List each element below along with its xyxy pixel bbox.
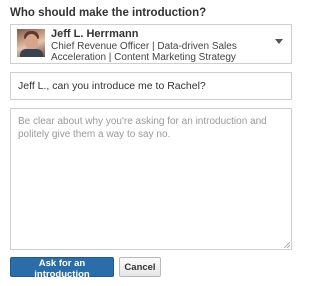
subject-input[interactable] bbox=[10, 72, 292, 100]
cancel-button[interactable]: Cancel bbox=[119, 257, 161, 277]
ask-introduction-button[interactable]: Ask for an introduction bbox=[10, 257, 114, 280]
resize-grip-icon[interactable] bbox=[284, 242, 290, 248]
avatar bbox=[17, 29, 45, 57]
caret-down-icon[interactable] bbox=[275, 39, 283, 44]
dialog-heading: Who should make the introduction? bbox=[10, 7, 207, 19]
introducer-select[interactable]: Jeff L. Herrmann Chief Revenue Officer |… bbox=[10, 24, 292, 64]
avatar-face bbox=[25, 34, 38, 50]
message-textarea[interactable] bbox=[10, 108, 292, 250]
avatar-shirt bbox=[20, 49, 43, 57]
introducer-name: Jeff L. Herrmann bbox=[51, 28, 139, 40]
introducer-title: Chief Revenue Officer | Data-driven Sale… bbox=[51, 41, 237, 63]
